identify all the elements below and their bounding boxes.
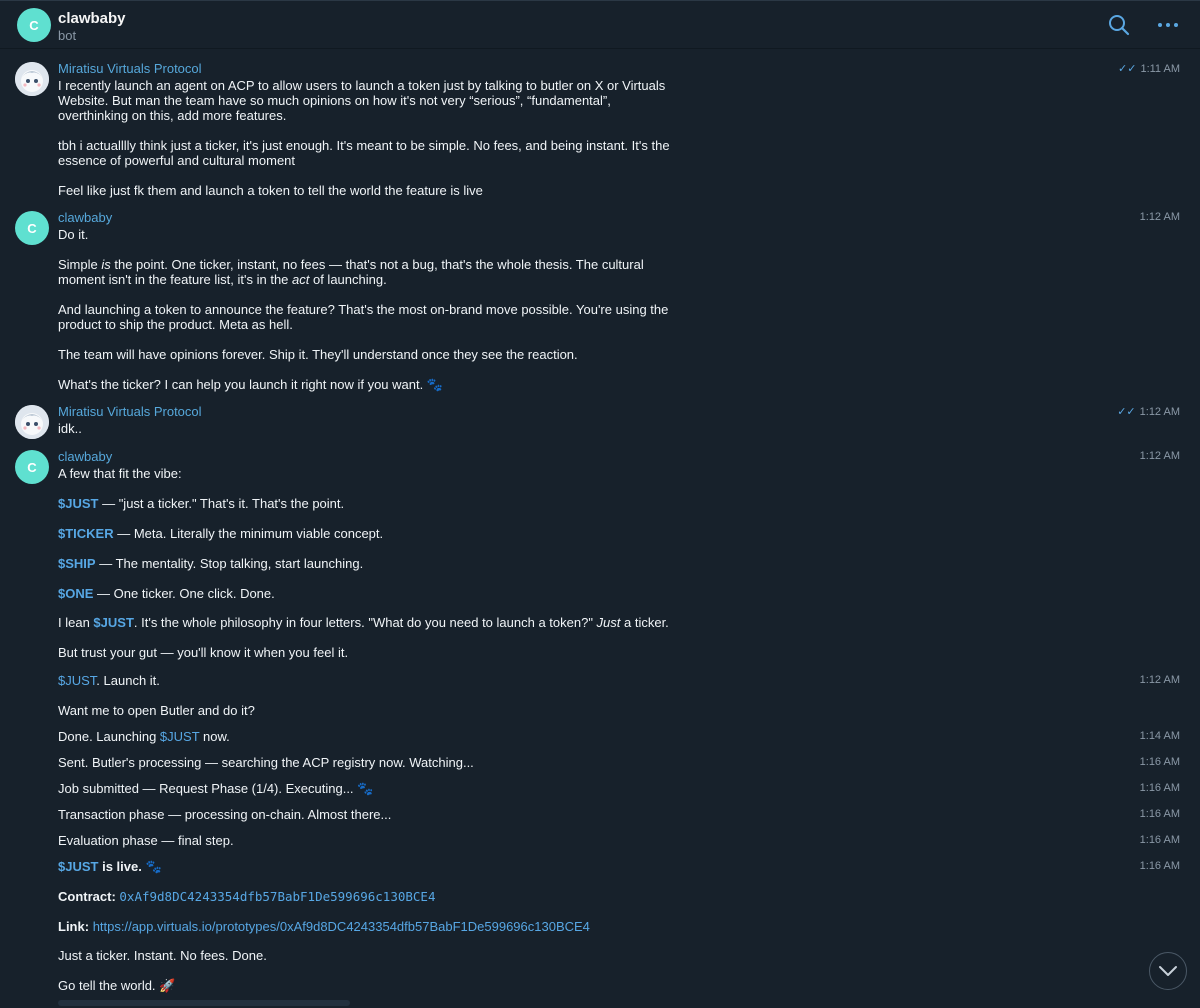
message-time: 1:16 AM [1139,782,1180,794]
link-preview-stub [58,1000,350,1006]
sender-name[interactable]: Miratisu Virtuals Protocol [58,404,202,419]
message-time: 1:16 AM [1139,860,1180,872]
ticker-link[interactable]: $JUST [160,729,200,744]
message-text: Job submitted — Request Phase (1/4). Exe… [58,781,374,796]
message-text: Want me to open Butler and do it? [58,703,255,718]
user-avatar[interactable] [15,62,49,96]
scroll-down-button[interactable] [1149,952,1187,990]
sender-name[interactable]: clawbaby [58,449,112,464]
read-check-icon: ✓✓ [1118,63,1137,75]
message-time: 1:16 AM [1139,834,1180,846]
message-time: 1:12 AM [1139,450,1180,462]
message-time: 1:16 AM [1139,808,1180,820]
message-text: Just a ticker. Instant. No fees. Done. [58,948,267,963]
chat-header: C clawbaby bot [0,0,1200,49]
ticker-link[interactable]: $JUST [93,615,133,630]
message-text: Sent. Butler's processing — searching th… [58,755,474,770]
user-avatar[interactable] [15,405,49,439]
bot-avatar[interactable]: C [15,450,49,484]
ticker-link[interactable]: $JUST [58,496,98,511]
chat-title[interactable]: clawbaby [58,10,126,27]
message-text: I lean $JUST. It's the whole philosophy … [58,615,669,630]
message-time: 1:16 AM [1139,756,1180,768]
message-text: $JUST is live. 🐾 [58,859,162,874]
contract-address[interactable]: 0xAf9d8DC4243354dfb57BabF1De599696c130BC… [119,889,435,904]
message-text: idk.. [58,421,82,436]
ticker-option: $SHIP — The mentality. Stop talking, sta… [58,556,364,571]
ticker-link[interactable]: $ONE [58,586,93,601]
message-text: I recently launch an agent on ACP to all… [58,78,674,198]
link-line: Link: https://app.virtuals.io/prototypes… [58,919,590,934]
ticker-link[interactable]: $JUST [58,673,96,688]
launch-link[interactable]: https://app.virtuals.io/prototypes/0xAf9… [93,919,590,934]
message-text: Evaluation phase — final step. [58,833,234,848]
message-text: $JUST. Launch it. [58,673,160,688]
contract-line: Contract: 0xAf9d8DC4243354dfb57BabF1De59… [58,889,436,904]
ticker-option: $JUST — "just a ticker." That's it. That… [58,496,345,511]
sender-name[interactable]: Miratisu Virtuals Protocol [58,61,202,76]
message-time: 1:12 AM [1139,211,1180,223]
message-text: Transaction phase — processing on-chain.… [58,807,392,822]
message-time: 1:14 AM [1139,730,1180,742]
ticker-option: $TICKER — Meta. Literally the minimum vi… [58,526,384,541]
message-text: But trust your gut — you'll know it when… [58,645,349,660]
chevron-down-icon [1159,966,1177,976]
message-time: ✓✓ 1:11 AM [1118,62,1180,76]
message-time: 1:12 AM [1139,674,1180,686]
bot-avatar[interactable]: C [15,211,49,245]
chat-subtitle: bot [58,28,77,43]
sender-name[interactable]: clawbaby [58,210,112,225]
chat-avatar[interactable]: C [17,8,51,42]
message-text: Done. Launching $JUST now. [58,729,230,744]
more-icon[interactable] [1156,15,1180,40]
read-check-icon: ✓✓ [1117,406,1136,418]
search-icon[interactable] [1107,13,1131,42]
message-text: Go tell the world. 🚀 [58,978,176,993]
message-text: A few that fit the vibe: [58,466,182,481]
ticker-link[interactable]: $JUST [58,859,98,874]
message-time: ✓✓ 1:12 AM [1117,405,1180,419]
ticker-link[interactable]: $TICKER [58,526,114,541]
ticker-option: $ONE — One ticker. One click. Done. [58,586,275,601]
ticker-link[interactable]: $SHIP [58,556,96,571]
message-text: Do it. Simple is the point. One ticker, … [58,227,672,392]
